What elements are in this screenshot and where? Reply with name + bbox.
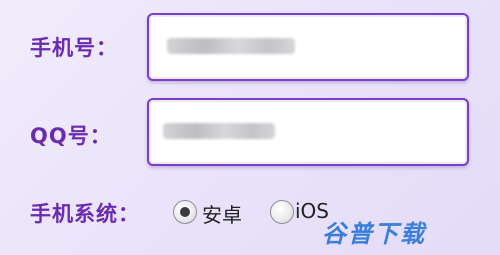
phone-label: 手机号： — [30, 36, 118, 60]
android-option-label[interactable]: 安卓 — [202, 199, 242, 228]
redacted-phone-value — [167, 38, 295, 54]
android-radio[interactable] — [173, 200, 197, 224]
svg-text:谷普下载: 谷普下载 — [322, 220, 428, 248]
ios-radio[interactable] — [270, 200, 294, 224]
radio-selected-dot — [180, 207, 190, 217]
watermark-logo: 谷普下载 — [322, 220, 428, 248]
phone-input[interactable] — [147, 13, 469, 81]
redacted-qq-value — [163, 123, 275, 139]
system-label: 手机系统： — [30, 202, 140, 226]
qq-label: QQ号： — [30, 124, 112, 148]
qq-input[interactable] — [147, 98, 469, 166]
